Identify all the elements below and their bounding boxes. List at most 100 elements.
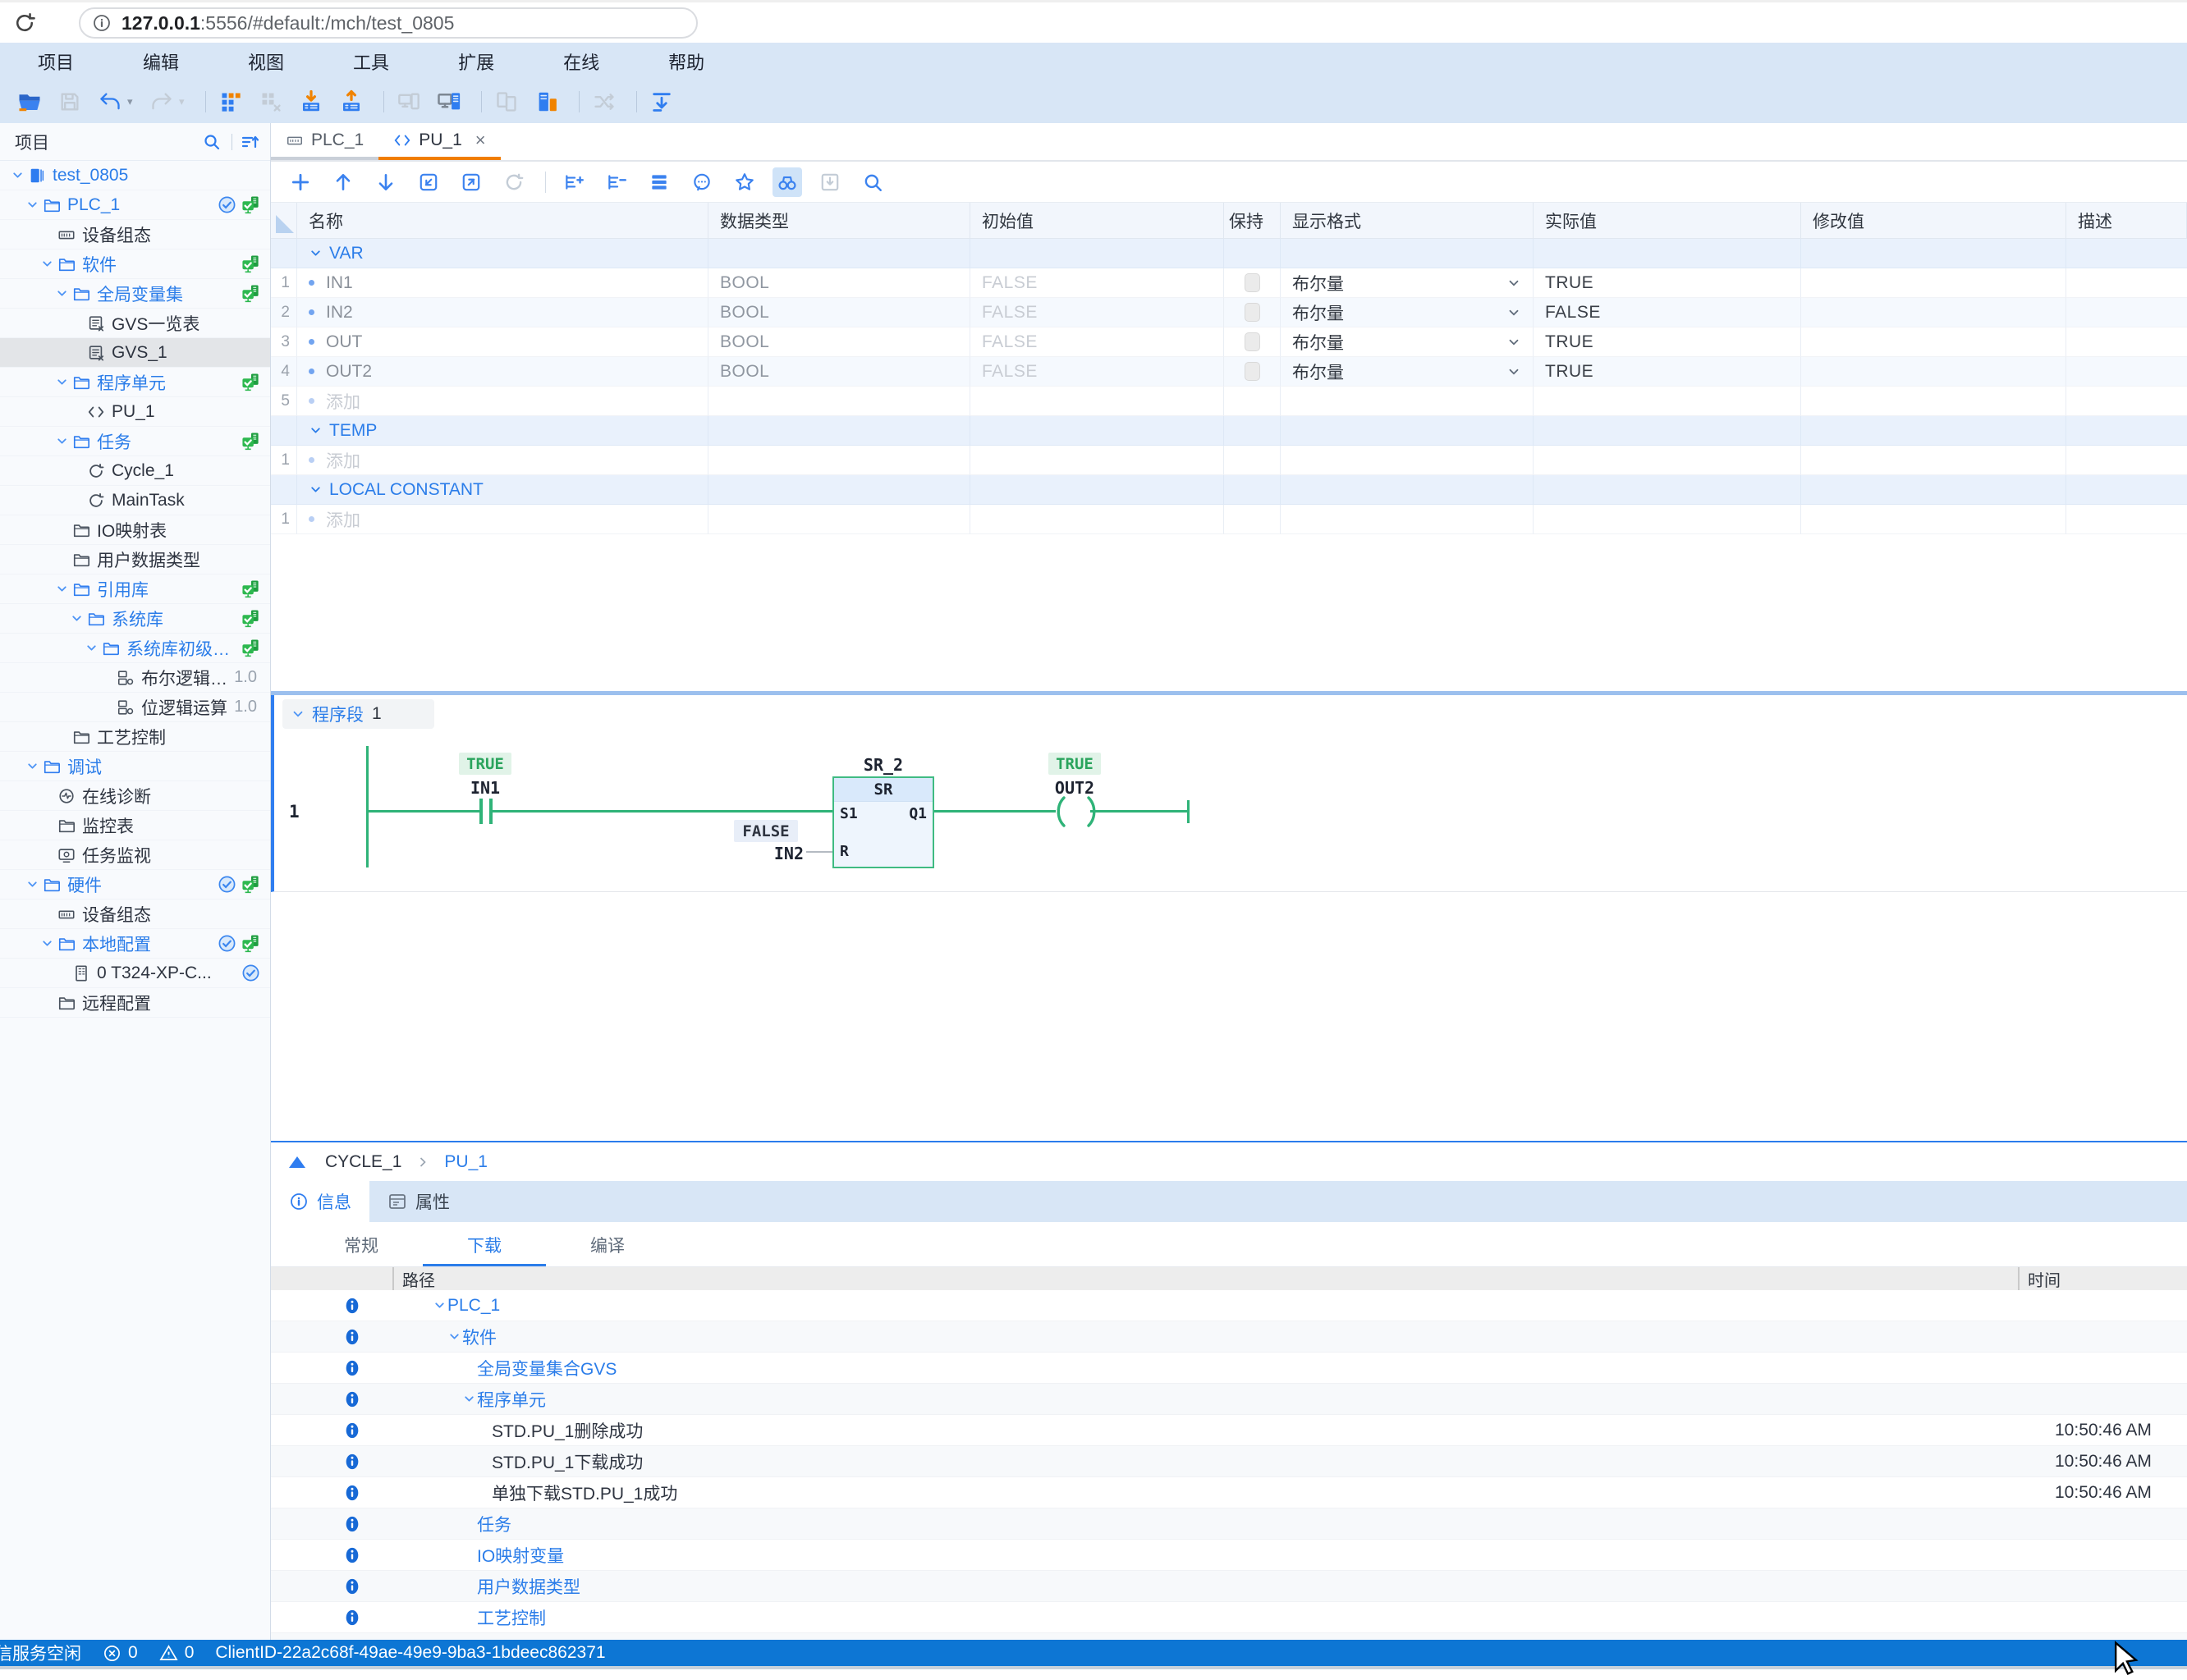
var-group-temp[interactable]: TEMP — [271, 416, 2187, 446]
chevron-down-icon[interactable] — [1506, 276, 1521, 291]
tree-item-gvs_1[interactable]: GVS_1 — [0, 338, 270, 368]
collapse-panel-icon[interactable] — [289, 1156, 305, 1168]
var-name-cell[interactable]: IN2 — [297, 298, 708, 327]
add-variable-row[interactable]: 5添加 — [271, 387, 2187, 416]
tree-item-io-[interactable]: IO映射表 — [0, 515, 270, 545]
var-type-cell[interactable]: BOOL — [708, 327, 970, 357]
tree-item--[interactable]: 位逻辑运算1.0 — [0, 693, 270, 722]
chevron-down-icon[interactable] — [433, 1298, 447, 1312]
var-type-cell[interactable]: BOOL — [708, 298, 970, 327]
info-row[interactable]: 工艺控制 — [271, 1602, 2187, 1633]
info-row-label[interactable]: 程序单元 — [477, 1387, 546, 1412]
go-online-icon[interactable] — [436, 88, 462, 116]
comment-icon[interactable] — [687, 167, 717, 197]
insert-row-icon[interactable] — [559, 167, 589, 197]
var-init-cell[interactable]: FALSE — [970, 298, 1224, 327]
description-cell[interactable] — [2066, 327, 2187, 357]
chevron-down-icon[interactable] — [309, 423, 323, 437]
menu-tools[interactable]: 工具 — [353, 48, 389, 75]
filter-icon[interactable] — [241, 132, 260, 152]
chevron-down-icon[interactable] — [82, 641, 100, 655]
chevron-down-icon[interactable] — [447, 1330, 462, 1344]
tree-item-cycle_1[interactable]: Cycle_1 — [0, 456, 270, 486]
tree-item--[interactable]: 硬件 — [0, 870, 270, 900]
import-icon[interactable] — [414, 167, 443, 197]
info-row[interactable]: 用户数据类型 — [271, 1571, 2187, 1602]
description-cell[interactable] — [2066, 268, 2187, 298]
display-format-select[interactable]: 布尔量 — [1281, 268, 1534, 298]
add-variable-cell[interactable]: 添加 — [297, 387, 708, 416]
tab-pu-1[interactable]: PU_1 × — [378, 123, 500, 160]
tree-item-plc_1[interactable]: PLC_1 — [0, 190, 270, 220]
info-row[interactable]: 库创建管理 — [271, 1633, 2187, 1640]
select-all-corner[interactable] — [276, 215, 294, 233]
info-row-label[interactable]: 工艺控制 — [477, 1605, 546, 1630]
display-format-select[interactable]: 布尔量 — [1281, 298, 1534, 327]
tree-item--[interactable]: 调试 — [0, 752, 270, 781]
var-type-cell[interactable]: BOOL — [708, 268, 970, 298]
tab-properties[interactable]: 属性 — [369, 1181, 468, 1222]
var-row-out[interactable]: 3OUTBOOLFALSE布尔量TRUE — [271, 327, 2187, 357]
chevron-down-icon[interactable] — [23, 198, 41, 212]
device-icon[interactable] — [534, 88, 560, 116]
tree-item--[interactable]: 设备组态 — [0, 220, 270, 249]
var-init-cell[interactable]: FALSE — [970, 357, 1224, 387]
pin-r[interactable]: R — [840, 843, 849, 860]
tab-plc-1[interactable]: PLC_1 — [271, 123, 378, 160]
modify-value-cell[interactable] — [1801, 298, 2066, 327]
download-icon[interactable] — [298, 88, 324, 116]
find-icon[interactable] — [858, 167, 887, 197]
subtab-general[interactable]: 常规 — [300, 1222, 423, 1267]
var-init-cell[interactable]: FALSE — [970, 327, 1224, 357]
info-row[interactable]: 程序单元 — [271, 1384, 2187, 1415]
tree-item-pu_1[interactable]: PU_1 — [0, 397, 270, 427]
tree-item--[interactable]: 远程配置 — [0, 988, 270, 1018]
tree-item--[interactable]: 任务监视 — [0, 840, 270, 870]
tree-item--[interactable]: 全局变量集 — [0, 279, 270, 309]
subtab-download[interactable]: 下载 — [423, 1222, 546, 1267]
tree-item--[interactable]: 工艺控制 — [0, 722, 270, 752]
open-project-icon[interactable] — [16, 88, 43, 116]
col-retain[interactable]: 保持 — [1224, 203, 1281, 239]
tab-info[interactable]: 信息 — [271, 1181, 369, 1222]
tree-item--[interactable]: 设备组态 — [0, 900, 270, 929]
chevron-down-icon[interactable] — [1506, 305, 1521, 320]
chevron-down-icon[interactable] — [53, 434, 71, 448]
rows-icon[interactable] — [644, 167, 674, 197]
address-bar[interactable]: 127.0.0.1:5556/#default:/mch/test_0805 — [79, 7, 698, 39]
var-name-cell[interactable]: OUT — [297, 327, 708, 357]
var-row-in2[interactable]: 2IN2BOOLFALSE布尔量FALSE — [271, 298, 2187, 327]
pin-s1[interactable]: S1 — [840, 805, 858, 822]
retain-checkbox[interactable] — [1224, 268, 1281, 298]
dropdown-caret-icon[interactable]: ▾ — [127, 95, 137, 108]
display-format-select[interactable]: 布尔量 — [1281, 327, 1534, 357]
description-cell[interactable] — [2066, 357, 2187, 387]
retain-checkbox[interactable] — [1224, 298, 1281, 327]
block-instance-name[interactable]: SR_2 — [832, 755, 934, 775]
chevron-down-icon[interactable] — [1506, 364, 1521, 379]
export-icon[interactable] — [456, 167, 486, 197]
add-variable-row[interactable]: 1添加 — [271, 446, 2187, 475]
menu-online[interactable]: 在线 — [563, 48, 599, 75]
collapse-sort-icon[interactable] — [649, 88, 675, 116]
breadcrumb-pu-1[interactable]: PU_1 — [444, 1152, 488, 1172]
info-row[interactable]: 软件 — [271, 1321, 2187, 1353]
coil-icon[interactable] — [1052, 795, 1100, 828]
retain-checkbox[interactable] — [1224, 357, 1281, 387]
var-name-cell[interactable]: IN1 — [297, 268, 708, 298]
subtab-compile[interactable]: 编译 — [546, 1222, 669, 1267]
reload-icon[interactable] — [11, 10, 38, 36]
tree-item-gvs-[interactable]: GVS一览表 — [0, 309, 270, 338]
tree-item--[interactable]: 本地配置 — [0, 929, 270, 959]
info-row-label[interactable]: 任务 — [477, 1512, 511, 1536]
group-label-cell[interactable]: LOCAL CONSTANT — [297, 475, 708, 505]
chevron-down-icon[interactable] — [53, 582, 71, 596]
info-row-label[interactable]: 用户数据类型 — [477, 1574, 580, 1599]
var-type-cell[interactable]: BOOL — [708, 357, 970, 387]
group-label-cell[interactable]: TEMP — [297, 416, 708, 446]
group-label-cell[interactable]: VAR — [297, 239, 708, 268]
var-init-cell[interactable]: FALSE — [970, 268, 1224, 298]
info-row[interactable]: IO映射变量 — [271, 1540, 2187, 1571]
close-icon[interactable]: × — [475, 130, 486, 151]
info-row-label[interactable]: IO映射变量 — [477, 1543, 564, 1568]
